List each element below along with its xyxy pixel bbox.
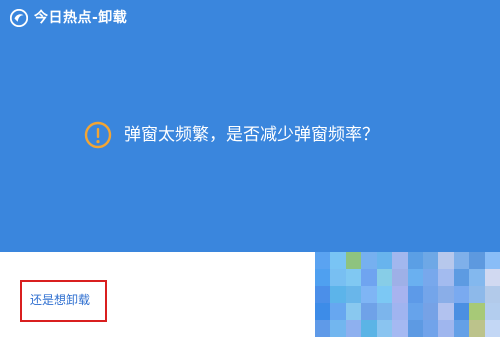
continue-uninstall-link[interactable]: 还是想卸载: [30, 292, 90, 308]
uninstall-dialog: 今日热点-卸载 弹窗太频繁，是否减少弹窗频率？ 还是想卸载: [0, 0, 500, 337]
mosaic-cell: [392, 269, 408, 286]
mosaic-cell: [315, 286, 331, 303]
mosaic-cell: [361, 320, 377, 337]
mosaic-cell: [392, 252, 408, 269]
mosaic-cell: [330, 303, 346, 320]
mosaic-cell: [376, 303, 393, 320]
mosaic-cell: [438, 320, 454, 337]
mosaic-cell: [361, 286, 377, 303]
mosaic-cell: [376, 286, 393, 303]
mosaic-cell: [315, 303, 331, 320]
mosaic-cell: [453, 320, 470, 337]
mosaic-cell: [469, 286, 485, 303]
mosaic-cell: [345, 269, 362, 286]
title-bar: 今日热点-卸载: [9, 6, 128, 30]
mosaic-cell: [453, 286, 470, 303]
mosaic-cell: [345, 252, 362, 269]
mosaic-cell: [484, 286, 500, 303]
mosaic-cell: [453, 303, 470, 320]
mosaic-cell: [422, 303, 439, 320]
mosaic-cell: [453, 252, 470, 269]
mosaic-cell: [361, 303, 377, 320]
mosaic-cell: [361, 252, 377, 269]
mosaic-cell: [422, 320, 439, 337]
mosaic-cell: [345, 320, 362, 337]
mosaic-cell: [407, 303, 423, 320]
warning-icon: [84, 121, 112, 149]
mosaic-cell: [469, 320, 485, 337]
mosaic-cell: [345, 286, 362, 303]
mosaic-cell: [315, 320, 331, 337]
mosaic-cell: [469, 269, 485, 286]
mosaic-cell: [484, 269, 500, 286]
window-title: 今日热点-卸载: [34, 10, 128, 26]
mosaic-cell: [361, 269, 377, 286]
mosaic-cell: [484, 252, 500, 269]
mosaic-cell: [392, 320, 408, 337]
mosaic-cell: [330, 269, 346, 286]
mosaic-cell: [453, 269, 470, 286]
mosaic-cell: [438, 303, 454, 320]
mosaic-cell: [438, 269, 454, 286]
mosaic-cell: [376, 269, 393, 286]
app-logo-icon: [9, 8, 29, 28]
mosaic-cell: [392, 303, 408, 320]
mosaic-cell: [315, 252, 331, 269]
mosaic-cell: [438, 252, 454, 269]
mosaic-cell: [422, 286, 439, 303]
mosaic-cell: [422, 269, 439, 286]
mosaic-cell: [407, 269, 423, 286]
mosaic-cell: [345, 303, 362, 320]
mosaic-cell: [407, 286, 423, 303]
header-panel: 今日热点-卸载 弹窗太频繁，是否减少弹窗频率？: [0, 0, 500, 252]
mosaic-cell: [407, 320, 423, 337]
mosaic-cell: [392, 286, 408, 303]
mosaic-cell: [376, 252, 393, 269]
mosaic-cell: [469, 303, 485, 320]
mosaic-cell: [407, 252, 423, 269]
mosaic-cell: [376, 320, 393, 337]
mosaic-cell: [315, 269, 331, 286]
mosaic-cell: [422, 252, 439, 269]
mosaic-cell: [438, 286, 454, 303]
uninstall-link-highlight: 还是想卸载: [20, 280, 107, 322]
mosaic-cell: [330, 286, 346, 303]
pixelated-thumbnail: [315, 252, 500, 337]
mosaic-cell: [330, 252, 346, 269]
message-row: 弹窗太频繁，是否减少弹窗频率？: [84, 118, 379, 152]
mosaic-cell: [330, 320, 346, 337]
mosaic-cell: [484, 303, 500, 320]
mosaic-cell: [484, 320, 500, 337]
dialog-message: 弹窗太频繁，是否减少弹窗频率？: [124, 125, 379, 145]
mosaic-cell: [469, 252, 485, 269]
